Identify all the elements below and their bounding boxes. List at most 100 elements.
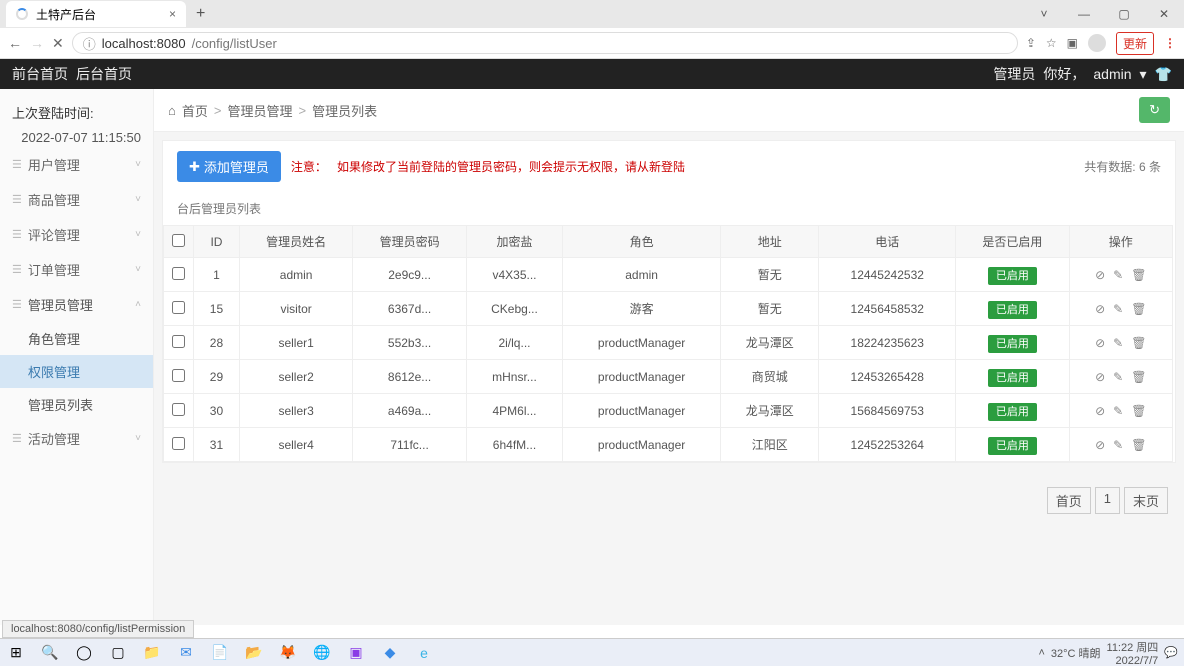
breadcrumb-home[interactable]: 首页 — [182, 101, 208, 120]
minimize-icon[interactable]: — — [1064, 0, 1104, 28]
sidebar-item-orders[interactable]: ☰ 订单管理 ˅ — [0, 252, 153, 287]
edit-icon[interactable]: ✎ — [1113, 336, 1123, 350]
row-checkbox[interactable] — [172, 335, 185, 348]
browser-tab[interactable]: 土特产后台 × — [6, 1, 186, 27]
extension-icon[interactable]: ▣ — [1067, 36, 1078, 50]
weather-text[interactable]: 32°C 晴朗 — [1051, 645, 1101, 661]
mail-icon[interactable]: ✉ — [176, 643, 196, 663]
submenu-admin-list[interactable]: 管理员列表 — [0, 388, 153, 421]
window-dropdown-icon[interactable]: ˅ — [1024, 0, 1064, 28]
edit-icon[interactable]: ✎ — [1113, 370, 1123, 384]
edit-icon[interactable]: ✎ — [1113, 404, 1123, 418]
firefox-icon[interactable]: 🦊 — [278, 643, 298, 663]
cell-id: 30 — [194, 394, 240, 428]
sidebar-item-users[interactable]: ☰ 用户管理 ˅ — [0, 147, 153, 182]
pager-last[interactable]: 末页 — [1124, 487, 1168, 514]
refresh-button[interactable]: ↻ — [1139, 97, 1170, 123]
close-window-icon[interactable]: ✕ — [1144, 0, 1184, 28]
search-icon[interactable]: 🔍 — [40, 643, 60, 663]
status-badge: 已启用 — [988, 369, 1037, 387]
col-addr: 地址 — [721, 226, 819, 258]
submenu-permissions[interactable]: 权限管理 — [0, 355, 153, 388]
disable-icon[interactable]: ⊘ — [1095, 336, 1105, 350]
sidebar-item-activities[interactable]: ☰ 活动管理 ˅ — [0, 421, 153, 456]
home-icon[interactable]: ⌂ — [168, 103, 176, 118]
update-button[interactable]: 更新 — [1116, 32, 1154, 55]
app2-icon[interactable]: ◆ — [380, 643, 400, 663]
row-checkbox[interactable] — [172, 403, 185, 416]
status-badge: 已启用 — [988, 437, 1037, 455]
chevron-down-icon[interactable]: ▾ — [1140, 66, 1147, 83]
delete-icon[interactable]: 🗑 — [1131, 268, 1146, 282]
disable-icon[interactable]: ⊘ — [1095, 438, 1105, 452]
add-admin-button[interactable]: ✚ 添加管理员 — [177, 151, 281, 182]
forward-icon[interactable]: → — [30, 35, 44, 51]
submenu-roles[interactable]: 角色管理 — [0, 322, 153, 355]
new-tab-button[interactable]: + — [186, 5, 215, 23]
share-icon[interactable]: ⇪ — [1026, 36, 1036, 50]
tray-up-icon[interactable]: ˄ — [1038, 647, 1044, 659]
col-role: 角色 — [563, 226, 721, 258]
status-bar: localhost:8080/config/listPermission — [2, 620, 194, 638]
chrome-icon[interactable]: 🌐 — [312, 643, 332, 663]
maximize-icon[interactable]: ▢ — [1104, 0, 1144, 28]
select-all-checkbox[interactable] — [172, 234, 185, 247]
close-icon[interactable]: × — [169, 7, 176, 21]
profile-avatar-icon[interactable] — [1088, 34, 1106, 52]
delete-icon[interactable]: 🗑 — [1131, 404, 1146, 418]
info-icon: ⓘ — [83, 34, 96, 53]
row-checkbox[interactable] — [172, 437, 185, 450]
col-ops: 操作 — [1069, 226, 1172, 258]
sidebar-item-admins[interactable]: ☰ 管理员管理 ˄ — [0, 287, 153, 322]
breadcrumb-l1[interactable]: 管理员管理 — [227, 101, 292, 120]
nav-back[interactable]: 后台首页 — [76, 64, 132, 84]
explorer-icon[interactable]: 📁 — [142, 643, 162, 663]
clock-date[interactable]: 2022/7/7 — [1115, 655, 1158, 667]
delete-icon[interactable]: 🗑 — [1131, 302, 1146, 316]
taskview-icon[interactable]: ▢ — [108, 643, 128, 663]
delete-icon[interactable]: 🗑 — [1131, 438, 1146, 452]
pager-first[interactable]: 首页 — [1047, 487, 1091, 514]
edit-icon[interactable]: ✎ — [1113, 438, 1123, 452]
sidebar-item-comments[interactable]: ☰ 评论管理 ˅ — [0, 217, 153, 252]
delete-icon[interactable]: 🗑 — [1131, 370, 1146, 384]
back-icon[interactable]: ← — [8, 35, 22, 51]
url-input[interactable]: ⓘ localhost:8080/config/listUser — [72, 32, 1018, 54]
pager-page[interactable]: 1 — [1095, 487, 1120, 514]
cell-id: 28 — [194, 326, 240, 360]
status-badge: 已启用 — [988, 267, 1037, 285]
disable-icon[interactable]: ⊘ — [1095, 302, 1105, 316]
row-checkbox[interactable] — [172, 301, 185, 314]
cell-pwd: 711fc... — [353, 428, 466, 462]
disable-icon[interactable]: ⊘ — [1095, 268, 1105, 282]
cortana-icon[interactable]: ◯ — [74, 643, 94, 663]
status-badge: 已启用 — [988, 335, 1037, 353]
chevron-down-icon: ˅ — [135, 229, 141, 240]
edit-icon[interactable]: ✎ — [1113, 302, 1123, 316]
edit-icon[interactable]: ✎ — [1113, 268, 1123, 282]
cell-role: productManager — [563, 326, 721, 360]
sidebar-item-products[interactable]: ☰ 商品管理 ˅ — [0, 182, 153, 217]
start-icon[interactable]: ⊞ — [6, 643, 26, 663]
disable-icon[interactable]: ⊘ — [1095, 404, 1105, 418]
add-btn-label: 添加管理员 — [204, 157, 269, 176]
nav-front[interactable]: 前台首页 — [12, 64, 68, 84]
ie-icon[interactable]: e — [414, 643, 434, 663]
app-icon[interactable]: 📄 — [210, 643, 230, 663]
delete-icon[interactable]: 🗑 — [1131, 336, 1146, 350]
row-checkbox[interactable] — [172, 267, 185, 280]
admin-icon: ☰ — [12, 298, 22, 311]
sidebar-item-label: 商品管理 — [28, 190, 80, 209]
star-icon[interactable]: ☆ — [1046, 36, 1057, 50]
user-role: 管理员 — [993, 64, 1035, 84]
notifications-icon[interactable]: 💬 — [1164, 646, 1178, 659]
clock-time[interactable]: 11:22 周四 — [1107, 642, 1159, 654]
disable-icon[interactable]: ⊘ — [1095, 370, 1105, 384]
folder-icon[interactable]: 📂 — [244, 643, 264, 663]
menu-icon[interactable]: ⋮ — [1164, 36, 1176, 50]
ide-icon[interactable]: ▣ — [346, 643, 366, 663]
sidebar-item-label: 评论管理 — [28, 225, 80, 244]
stop-icon[interactable]: ✕ — [52, 35, 64, 52]
row-checkbox[interactable] — [172, 369, 185, 382]
user-icon[interactable]: 👕 — [1155, 66, 1172, 83]
